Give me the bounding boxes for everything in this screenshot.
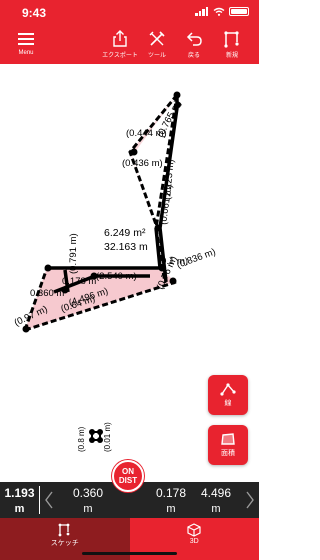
readout-divider xyxy=(39,486,40,514)
signal-icon xyxy=(195,7,209,16)
hamburger-icon xyxy=(18,33,34,45)
measurement-item[interactable]: 0.360 m xyxy=(70,486,106,515)
dimension-label: (0.436 m) xyxy=(122,158,163,169)
measurement-unit: m xyxy=(211,503,221,515)
dimension-label: (0.1 m) xyxy=(158,256,188,267)
area-tool-label: 面積 xyxy=(221,450,235,457)
sketch-canvas[interactable]: 6.249 m² 32.163 m (0.444 m) (0.765 m) (0… xyxy=(0,64,259,482)
measurement-value: 0.360 xyxy=(72,486,104,500)
sketch-drawing[interactable]: 6.249 m² 32.163 m (0.444 m) (0.765 m) (0… xyxy=(0,64,259,482)
ondist-line2: DIST xyxy=(118,476,138,485)
area-value: 6.249 m² xyxy=(104,227,146,239)
measurement-unit: m xyxy=(166,503,176,515)
vertex[interactable] xyxy=(22,325,30,333)
area-tool-button[interactable]: 面積 xyxy=(208,425,248,465)
tools-label: ツール xyxy=(147,53,166,59)
line-tool-icon xyxy=(220,383,236,396)
current-measurement[interactable]: 1.193 m xyxy=(3,486,36,515)
chevron-left-icon[interactable] xyxy=(44,491,54,509)
current-value: 1.193 xyxy=(4,486,35,500)
status-icons xyxy=(195,7,249,16)
sketch-icon xyxy=(58,523,70,537)
perimeter-value: 32.163 m xyxy=(104,241,148,253)
measurement-item[interactable]: 4.496 m xyxy=(198,486,234,515)
export-label: エクスポート xyxy=(102,53,138,59)
vertex[interactable] xyxy=(130,148,138,156)
undo-icon xyxy=(186,32,202,46)
line-tool-button[interactable]: 線 xyxy=(208,375,248,415)
ondist-button[interactable]: ON DIST xyxy=(112,460,144,492)
dimension-label: (0.01 m) xyxy=(103,422,112,452)
new-button[interactable]: 新規 xyxy=(212,30,252,59)
dimension-label: (2.540 m) xyxy=(96,271,137,282)
tab-3d-label: 3D xyxy=(189,538,199,545)
menu-button[interactable]: Menu xyxy=(6,30,46,56)
vertex[interactable] xyxy=(173,91,181,99)
cube-icon xyxy=(187,523,201,537)
undo-label: 戻る xyxy=(187,53,200,59)
export-button[interactable]: エクスポート xyxy=(100,30,140,59)
chevron-right-icon[interactable] xyxy=(245,491,255,509)
new-label: 新規 xyxy=(225,53,238,59)
vertex[interactable] xyxy=(44,264,52,272)
current-unit: m xyxy=(14,503,25,515)
menu-label: Menu xyxy=(18,50,34,56)
share-icon xyxy=(113,30,127,47)
measurement-value: 0.178 xyxy=(155,486,187,500)
line-tool-label: 線 xyxy=(224,400,232,407)
vertex[interactable] xyxy=(154,224,162,232)
undo-button[interactable]: 戻る xyxy=(174,30,214,59)
measurement-item[interactable]: 0.178 m xyxy=(153,486,189,515)
tools-button[interactable]: ツール xyxy=(137,30,177,59)
new-sketch-icon xyxy=(224,31,239,48)
home-indicator xyxy=(82,552,177,555)
small-shape-cluster[interactable]: (0.8 m) (0.01 m) xyxy=(77,422,112,452)
wifi-icon xyxy=(213,7,225,16)
status-bar: 9:43 xyxy=(0,0,259,26)
ondist-line1: ON xyxy=(122,467,134,476)
battery-icon xyxy=(229,7,249,16)
dimension-label: 0.178 m xyxy=(62,276,96,287)
tab-sketch-label: スケッチ xyxy=(50,540,79,547)
dimension-label: (0.061 m) xyxy=(158,184,175,226)
status-time: 9:43 xyxy=(22,6,47,20)
measurement-unit: m xyxy=(83,503,93,515)
top-toolbar: Menu エクスポート ツール 戻る 新規 xyxy=(0,26,259,64)
dimension-label: (0.791 m) xyxy=(68,233,79,274)
dimension-label: (0.8 m) xyxy=(77,426,86,452)
tools-icon xyxy=(149,31,165,46)
area-tool-icon xyxy=(221,433,235,445)
measurement-value: 4.496 xyxy=(200,486,232,500)
dimension-label: 0.360 m xyxy=(30,288,64,299)
